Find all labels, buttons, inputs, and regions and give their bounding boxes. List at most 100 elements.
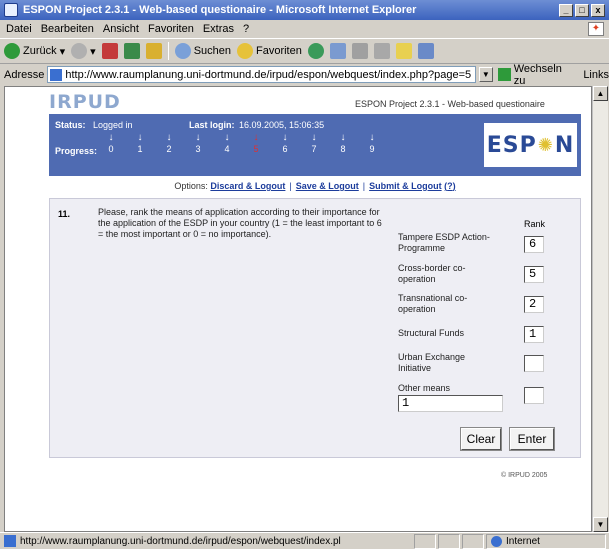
scroll-down-button[interactable]: ▼ xyxy=(593,517,608,532)
progress-step[interactable]: ↓ 1 xyxy=(130,133,150,155)
progress-step[interactable]: ↓ 0 xyxy=(101,133,121,155)
rank-input-other-means[interactable] xyxy=(524,387,544,404)
rank-input-cross-border[interactable]: 5 xyxy=(524,266,544,283)
links-label[interactable]: Links xyxy=(583,69,609,81)
back-label: Zurück xyxy=(23,45,57,57)
options-separator: | xyxy=(289,181,292,191)
progress-step[interactable]: ↓ 3 xyxy=(188,133,208,155)
menu-help[interactable]: ? xyxy=(243,23,249,35)
status-panel-cell xyxy=(462,533,484,549)
options-separator: | xyxy=(362,181,366,191)
item-label-urban-exchange: Urban Exchange Initiative xyxy=(398,352,466,373)
help-label: ? xyxy=(447,181,453,191)
window-titlebar: ESPON Project 2.3.1 - Web-based question… xyxy=(0,0,609,20)
chevron-down-icon[interactable]: ▾ xyxy=(60,45,66,58)
progress-step-number: 0 xyxy=(108,144,114,154)
address-url: http://www.raumplanung.uni-dortmund.de/i… xyxy=(65,68,472,81)
copyright: © IRPUD 2005 xyxy=(501,472,548,479)
arrow-down-icon: ↓ xyxy=(369,132,375,143)
messenger-icon[interactable] xyxy=(417,43,434,59)
status-url: http://www.raumplanung.uni-dortmund.de/i… xyxy=(0,535,412,547)
forward-button[interactable]: ▾ xyxy=(71,43,96,59)
item-label-other-means: Other means xyxy=(398,383,451,393)
go-button[interactable]: Wechseln zu xyxy=(514,63,577,87)
project-title: ESPON Project 2.3.1 - Web-based question… xyxy=(355,99,545,109)
search-button[interactable]: Suchen xyxy=(174,43,231,59)
rank-input-urban-exchange[interactable] xyxy=(524,355,544,372)
submit-logout-link[interactable]: Submit & Logout xyxy=(369,181,441,191)
espon-logo: ESP ✺ N xyxy=(484,123,577,167)
progress-step[interactable]: ↓ 8 xyxy=(333,133,353,155)
menubar: Datei Bearbeiten Ansicht Favoriten Extra… xyxy=(0,20,609,38)
rank-input-tampere[interactable]: 6 xyxy=(524,236,544,253)
discard-logout-link[interactable]: Discard & Logout xyxy=(210,181,285,191)
menu-datei[interactable]: Datei xyxy=(6,23,32,35)
help-link[interactable]: (?) xyxy=(444,181,456,191)
window-title: ESPON Project 2.3.1 - Web-based question… xyxy=(23,4,417,16)
progress-step[interactable]: ↓ 5 xyxy=(246,133,266,155)
arrow-down-icon: ↓ xyxy=(137,132,143,143)
clear-button[interactable]: Clear xyxy=(461,428,501,450)
refresh-icon[interactable] xyxy=(123,43,140,59)
item-label-transnational: Transnational co-operation xyxy=(398,293,468,314)
go-arrow-icon[interactable] xyxy=(497,68,511,81)
progress-step-number: 3 xyxy=(195,144,201,154)
rank-header: Rank xyxy=(524,219,546,229)
toolbar-separator xyxy=(167,42,169,60)
history-icon[interactable] xyxy=(307,43,324,59)
print-icon[interactable] xyxy=(351,43,368,59)
other-means-input[interactable]: 1 xyxy=(398,395,503,412)
progress-step-number: 1 xyxy=(137,144,143,154)
forward-arrow-icon xyxy=(71,43,88,59)
vertical-scrollbar[interactable]: ▲ ▼ xyxy=(592,86,608,532)
maximize-button[interactable]: □ xyxy=(575,3,589,17)
progress-step-number: 7 xyxy=(311,144,317,154)
menu-ansicht[interactable]: Ansicht xyxy=(103,23,139,35)
status-label: Status: xyxy=(55,120,86,130)
progress-step[interactable]: ↓ 9 xyxy=(362,133,382,155)
options-label: Options: xyxy=(174,181,208,191)
addressbar: Adresse http://www.raumplanung.uni-dortm… xyxy=(0,63,609,87)
minimize-button[interactable]: _ xyxy=(559,3,573,17)
progress-step[interactable]: ↓ 6 xyxy=(275,133,295,155)
back-button[interactable]: Zurück ▾ xyxy=(4,43,65,59)
close-button[interactable]: x xyxy=(591,3,605,17)
statusbar: http://www.raumplanung.uni-dortmund.de/i… xyxy=(0,532,609,549)
status-url-text: http://www.raumplanung.uni-dortmund.de/i… xyxy=(20,535,341,547)
enter-button[interactable]: Enter xyxy=(510,428,554,450)
star-icon xyxy=(237,43,253,59)
irpud-logo: IRPUD xyxy=(49,91,121,113)
menu-extras[interactable]: Extras xyxy=(203,23,234,35)
progress-step[interactable]: ↓ 7 xyxy=(304,133,324,155)
question-number: 11. xyxy=(58,209,71,219)
menu-bearbeiten[interactable]: Bearbeiten xyxy=(41,23,94,35)
arrow-down-icon: ↓ xyxy=(311,132,317,143)
rank-input-structural-funds[interactable]: 1 xyxy=(524,326,544,343)
edit-icon[interactable] xyxy=(373,43,390,59)
menu-favoriten[interactable]: Favoriten xyxy=(148,23,194,35)
last-login-label: Last login: xyxy=(189,120,235,130)
question-text: Please, rank the means of application ac… xyxy=(98,207,382,239)
arrow-down-icon: ↓ xyxy=(108,132,114,143)
progress-step[interactable]: ↓ 2 xyxy=(159,133,179,155)
address-dropdown[interactable]: ▼ xyxy=(478,67,493,82)
folder-icon[interactable] xyxy=(395,43,412,59)
search-icon xyxy=(174,43,191,59)
chevron-down-icon[interactable]: ▾ xyxy=(90,45,96,58)
save-logout-link[interactable]: Save & Logout xyxy=(296,181,359,191)
scroll-up-button[interactable]: ▲ xyxy=(593,86,608,101)
address-input[interactable]: http://www.raumplanung.uni-dortmund.de/i… xyxy=(47,66,476,83)
arrow-down-icon: ↓ xyxy=(282,132,288,143)
status-panel-cell xyxy=(438,533,460,549)
espon-logo-left: ESP xyxy=(486,132,537,158)
toolbar: Zurück ▾ ▾ Suchen Favoriten xyxy=(0,38,609,64)
favorites-button[interactable]: Favoriten xyxy=(237,43,302,59)
arrow-down-icon: ↓ xyxy=(253,132,259,143)
home-icon[interactable] xyxy=(145,43,162,59)
mail-icon[interactable] xyxy=(329,43,346,59)
arrow-down-icon: ↓ xyxy=(340,132,346,143)
stop-icon[interactable] xyxy=(101,43,118,59)
progress-step[interactable]: ↓ 4 xyxy=(217,133,237,155)
ie-icon xyxy=(4,3,18,17)
rank-input-transnational[interactable]: 2 xyxy=(524,296,544,313)
